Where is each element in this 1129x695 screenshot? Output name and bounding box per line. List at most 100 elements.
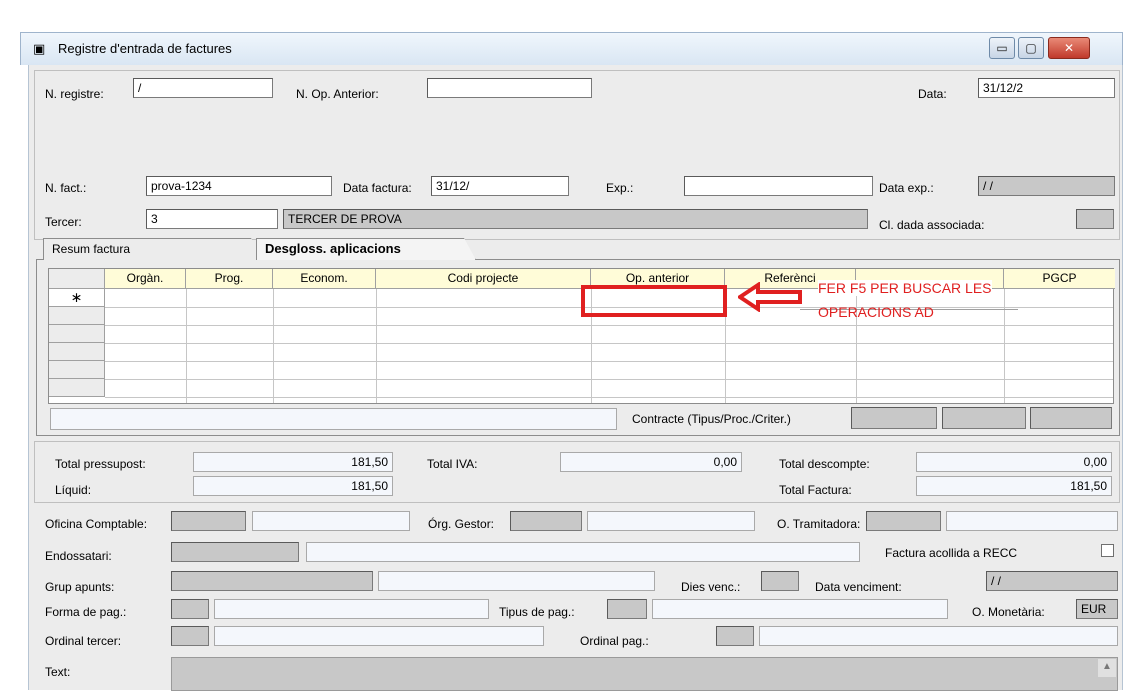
tercer-code-field[interactable]: 3 [146,209,278,229]
n-op-anterior-label: N. Op. Anterior: [296,87,379,101]
text-label: Text: [45,665,71,679]
oficina-comptable-label: Oficina Comptable: [45,517,148,531]
annotation-text-line1: FER F5 PER BUSCAR LES [818,280,992,296]
column-header-pgcp[interactable]: PGCP [1004,269,1115,289]
ordinal-tercer-label: Ordinal tercer: [45,634,122,648]
grid-line [105,361,1113,362]
cl-dada-associada-label: Cl. dada associada: [879,218,985,232]
tipus-pag-name-field [652,599,948,619]
app-icon: ▣ [33,41,46,56]
data-exp-label: Data exp.: [879,181,934,195]
total-descompte-field: 0,00 [916,452,1112,472]
n-op-anterior-field[interactable] [427,78,592,98]
tercer-label: Tercer: [45,215,82,229]
window-title: Registre d'entrada de factures [58,41,232,56]
grid-line [105,379,1113,380]
endossatari-code-field [171,542,299,562]
tab-resum-factura[interactable]: Resum factura [43,238,263,260]
o-tramitadora-name-field [946,511,1118,531]
endossatari-name-field [306,542,860,562]
factura-recc-label: Factura acollida a RECC [885,546,1018,560]
tercer-name-field: TERCER DE PROVA [283,209,868,229]
liquid-label: Líquid: [55,483,92,497]
total-iva-field: 0,00 [560,452,742,472]
annotation-text-line2: OPERACIONS AD [818,304,934,320]
new-row-marker[interactable]: ∗ [49,289,105,307]
data-venciment-field: / / [986,571,1118,591]
annotation-arrow-icon [738,282,802,312]
row-header[interactable] [49,325,105,343]
o-tramitadora-code-field [866,511,941,531]
close-button[interactable]: ✕ [1048,37,1090,59]
contracte-criter-field [1030,407,1112,429]
column-header-codi-projecte[interactable]: Codi projecte [376,269,591,289]
exp-label: Exp.: [606,181,634,195]
factura-recc-checkbox[interactable] [1101,544,1114,557]
contracte-proc-field [942,407,1026,429]
o-monetaria-label: O. Monetària: [972,605,1045,619]
n-fact-label: N. fact.: [45,181,87,195]
o-tramitadora-label: O. Tramitadora: [777,517,861,531]
total-pressupost-field: 181,50 [193,452,393,472]
data-field[interactable]: 31/12/2 [978,78,1115,98]
total-pressupost-label: Total pressupost: [55,457,146,471]
data-label: Data: [918,87,947,101]
row-header[interactable] [49,361,105,379]
tipus-pag-label: Tipus de pag.: [499,605,575,619]
ordinal-tercer-code-field [171,626,209,646]
ordinal-pag-name-field [759,626,1118,646]
row-header[interactable] [49,307,105,325]
total-factura-label: Total Factura: [779,483,852,497]
ordinal-tercer-name-field [214,626,544,646]
minimize-button[interactable]: ▭ [989,37,1015,59]
ordinal-pag-label: Ordinal pag.: [580,634,649,648]
n-fact-field[interactable]: prova-1234 [146,176,332,196]
grid-line [105,397,1113,398]
grid-line [105,343,1113,344]
total-iva-label: Total IVA: [427,457,478,471]
scroll-up-icon[interactable]: ▲ [1098,659,1116,677]
column-header-prog[interactable]: Prog. [186,269,273,289]
maximize-button[interactable]: ▢ [1018,37,1044,59]
grup-apunts-name-field [378,571,655,591]
op-anterior-highlight-box [581,285,727,317]
grid-line [186,289,187,403]
text-area[interactable] [171,657,1118,691]
oficina-comptable-code-field [171,511,246,531]
endossatari-label: Endossatari: [45,549,112,563]
grup-apunts-label: Grup apunts: [45,580,115,594]
total-descompte-label: Total descompte: [779,457,870,471]
grid-line [1004,289,1005,403]
contracte-label: Contracte (Tipus/Proc./Criter.) [632,412,791,426]
tab-desgloss-aplicacions[interactable]: Desgloss. aplicacions [256,238,476,260]
tipus-pag-code-field [607,599,647,619]
column-header-econom[interactable]: Econom. [273,269,376,289]
grid-line [376,289,377,403]
dies-venc-field [761,571,799,591]
forma-pag-name-field [214,599,489,619]
data-factura-label: Data factura: [343,181,412,195]
column-header-organ[interactable]: Orgàn. [105,269,186,289]
grid-corner [49,269,105,289]
row-header[interactable] [49,379,105,397]
n-registre-field[interactable]: / [133,78,273,98]
org-gestor-name-field [587,511,755,531]
ordinal-pag-code-field [716,626,754,646]
grid-line [105,325,1113,326]
n-registre-label: N. registre: [45,87,104,101]
data-exp-field: / / [978,176,1115,196]
grup-apunts-code-field [171,571,373,591]
data-factura-field[interactable]: 31/12/ [431,176,569,196]
row-header[interactable] [49,343,105,361]
aplicacio-description-field [50,408,617,430]
o-monetaria-field: EUR [1076,599,1118,619]
exp-field[interactable] [684,176,873,196]
grid-line [273,289,274,403]
dies-venc-label: Dies venc.: [681,580,741,594]
forma-pag-label: Forma de pag.: [45,605,127,619]
org-gestor-label: Órg. Gestor: [428,517,495,531]
oficina-comptable-name-field [252,511,410,531]
liquid-field: 181,50 [193,476,393,496]
forma-pag-code-field [171,599,209,619]
cl-dada-associada-field [1076,209,1114,229]
